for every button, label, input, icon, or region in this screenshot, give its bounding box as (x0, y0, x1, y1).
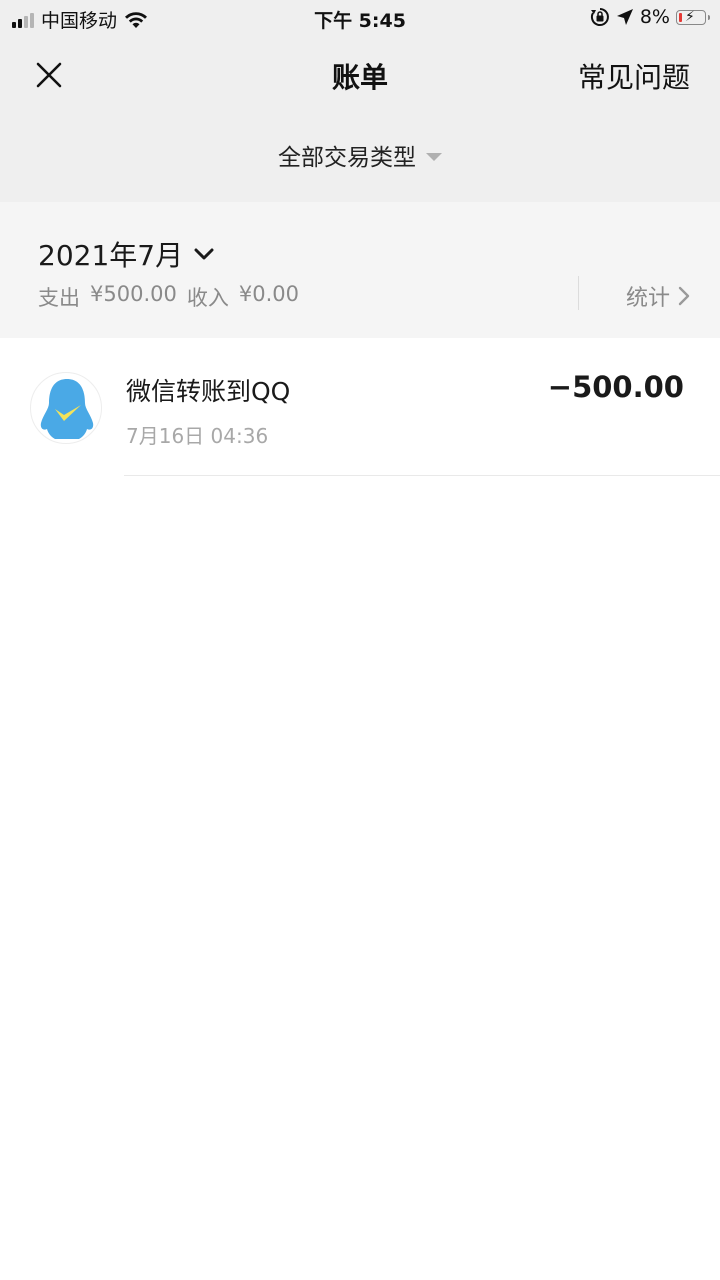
month-selector[interactable]: 2021年7月 (38, 234, 215, 274)
transaction-list: 微信转账到QQ 7月16日 04:36 −500.00 (0, 338, 720, 478)
location-arrow-icon (616, 9, 633, 25)
month-section: 2021年7月 支出 ¥500.00 收入 ¥0.00 统计 (0, 202, 720, 338)
transaction-row[interactable]: 微信转账到QQ 7月16日 04:36 −500.00 (0, 338, 720, 478)
filter-row: 全部交易类型 (0, 112, 720, 202)
transaction-name: 微信转账到QQ (126, 377, 291, 406)
month-label: 2021年7月 (38, 239, 184, 272)
divider (578, 276, 579, 310)
status-bar: 中国移动 下午 5:45 8% ⚡ (0, 0, 720, 36)
income-value: ¥0.00 (238, 282, 299, 306)
expense-value: ¥500.00 (90, 282, 177, 306)
month-summary: 支出 ¥500.00 收入 ¥0.00 (38, 282, 299, 312)
transaction-type-filter[interactable]: 全部交易类型 (278, 138, 442, 176)
stats-button[interactable]: 统计 (626, 280, 690, 312)
battery-icon: ⚡ (676, 9, 710, 25)
qq-penguin-icon (40, 379, 94, 439)
filter-label: 全部交易类型 (278, 145, 416, 171)
divider (124, 475, 720, 476)
chevron-down-icon (194, 248, 214, 260)
status-right: 8% ⚡ (590, 6, 710, 28)
nav-bar: 账单 常见问题 (0, 36, 720, 112)
expense-label: 支出 (38, 286, 80, 310)
orientation-lock-icon (590, 8, 609, 26)
battery-percent: 8% (639, 6, 670, 28)
avatar (30, 372, 102, 444)
income-label: 收入 (186, 286, 229, 310)
top-area: 中国移动 下午 5:45 8% ⚡ 账单 常见问题 全部交易类型 (0, 0, 720, 202)
stats-label: 统计 (625, 286, 670, 311)
transaction-time: 7月16日 04:36 (126, 424, 269, 448)
transaction-amount: −500.00 (547, 370, 684, 404)
chevron-right-icon (678, 286, 690, 306)
caret-down-icon (426, 152, 442, 161)
faq-button[interactable]: 常见问题 (578, 56, 690, 96)
